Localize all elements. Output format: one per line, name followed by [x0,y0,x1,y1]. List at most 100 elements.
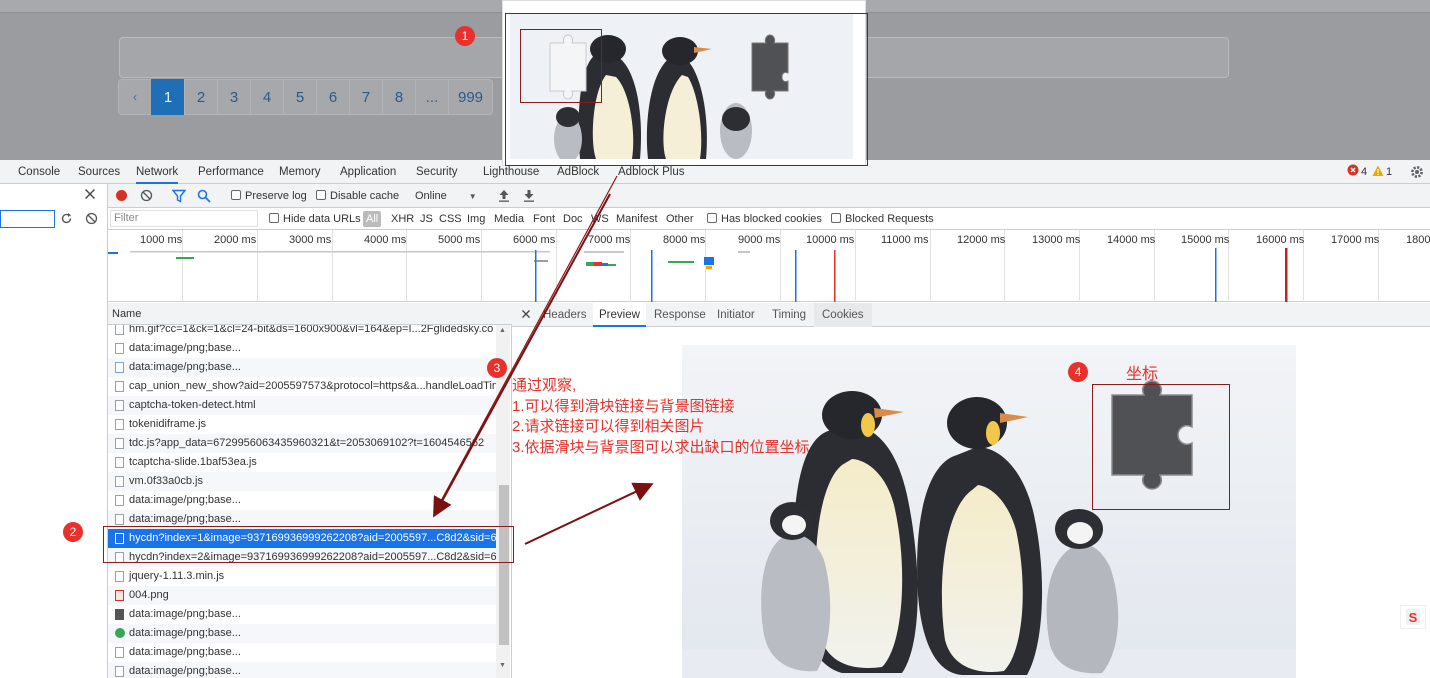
tab-cookies[interactable]: Cookies [814,303,872,327]
gear-icon[interactable] [1410,165,1424,179]
request-rows: hm.gif?cc=1&ck=1&cl=24-bit&ds=1600x900&v… [108,325,496,678]
svg-text:S: S [1409,610,1418,625]
record-icon[interactable] [115,189,129,203]
throttle-select[interactable]: Online ▼ [415,185,477,207]
request-row[interactable]: cap_union_new_show?aid=2005597573&protoc… [108,377,496,396]
hide-data-urls-label: Hide data URLs [283,213,361,225]
close-icon[interactable] [84,188,98,202]
hide-data-urls-checkbox[interactable]: Hide data URLs [269,208,361,230]
pagination-page[interactable]: 2 [184,79,218,115]
error-icon[interactable] [1347,164,1361,178]
tab-response[interactable]: Response [654,303,706,327]
tab-network[interactable]: Network [136,160,179,184]
request-row[interactable]: data:image/png;base... [108,605,496,624]
request-name: captcha-token-detect.html [129,399,256,411]
pagination-page[interactable]: 6 [316,79,350,115]
tab-headers[interactable]: Headers [543,303,586,327]
side-search-input[interactable] [0,210,55,228]
clear-icon[interactable] [140,189,154,203]
type-filter-css[interactable]: CSS [439,208,462,230]
request-row[interactable]: captcha-token-detect.html [108,396,496,415]
preserve-log-checkbox[interactable]: Preserve log [231,185,307,207]
request-name: vm.0f33a0cb.js [129,475,203,487]
scrollbar-thumb[interactable] [499,485,509,645]
filter-input[interactable]: Filter [110,210,258,227]
filter-bar: Filter Hide data URLs All XHR JS CSS Img… [108,208,1430,230]
request-highlight-box [103,526,514,563]
has-blocked-cookies-checkbox[interactable]: Has blocked cookies [707,208,822,230]
request-row[interactable]: tokenidiframe.js [108,415,496,434]
pagination-page[interactable]: 8 [382,79,416,115]
type-filter-img[interactable]: Img [467,208,485,230]
blocked-requests-label: Blocked Requests [845,213,934,225]
name-column-header[interactable]: Name [108,303,512,325]
type-filter-ws[interactable]: WS [591,208,609,230]
request-row[interactable]: vm.0f33a0cb.js [108,472,496,491]
request-row[interactable]: tcaptcha-slide.1baf53ea.js [108,453,496,472]
tab-security[interactable]: Security [416,160,458,184]
slider-highlight-box [520,29,602,103]
request-row[interactable]: data:image/png;base... [108,358,496,377]
timeline-overview[interactable]: 1000 ms 2000 ms 3000 ms 4000 ms 5000 ms … [108,230,1430,302]
type-filter-all[interactable]: All [363,211,382,227]
request-row[interactable]: data:image/png;base... [108,643,496,662]
csdn-logo-icon: S [1400,605,1426,629]
request-name: data:image/png;base... [129,627,241,639]
timeline-waterfall [108,248,1288,302]
pagination-page[interactable]: 1 [151,79,185,115]
tab-memory[interactable]: Memory [279,160,321,184]
tab-initiator[interactable]: Initiator [717,303,755,327]
pagination-page[interactable]: 3 [217,79,251,115]
type-filter-js[interactable]: JS [420,208,433,230]
request-row[interactable]: data:image/png;base... [108,339,496,358]
type-filter-font[interactable]: Font [533,208,555,230]
type-filter-xhr[interactable]: XHR [391,208,414,230]
scroll-up-icon[interactable]: ▲ [499,327,506,334]
type-filter-doc[interactable]: Doc [563,208,583,230]
tab-preview[interactable]: Preview [593,303,646,327]
pagination-page[interactable]: 4 [250,79,284,115]
annotation-line: 通过观察, [512,377,577,394]
preserve-log-label: Preserve log [245,190,307,202]
upload-icon[interactable] [498,189,512,203]
tab-application[interactable]: Application [340,160,396,184]
type-filter-other[interactable]: Other [666,208,694,230]
marker-2: 2 [63,522,83,542]
throttle-value: Online [415,190,447,202]
request-row[interactable]: hm.gif?cc=1&ck=1&cl=24-bit&ds=1600x900&v… [108,325,496,339]
annotation-text: 通过观察, 1.可以得到滑块链接与背景图链接 2.请求链接可以得到相关图片 3.… [512,376,810,458]
download-icon[interactable] [523,189,537,203]
warning-icon[interactable] [1372,165,1384,177]
search-icon[interactable] [197,189,211,203]
marker-3: 3 [487,358,507,378]
refresh-icon[interactable] [60,212,74,226]
pagination: ‹ 1 2 3 4 5 6 7 8 ... 999 [118,79,494,115]
pagination-page[interactable]: 999 [448,79,494,115]
pagination-page[interactable]: 5 [283,79,317,115]
close-detail-icon[interactable] [521,308,533,320]
request-row[interactable]: data:image/png;base... [108,662,496,678]
disable-cache-checkbox[interactable]: Disable cache [316,185,399,207]
request-row[interactable]: jquery-1.11.3.min.js [108,567,496,586]
scroll-down-icon[interactable]: ▼ [499,662,506,669]
block-icon[interactable] [85,212,99,226]
blocked-requests-checkbox[interactable]: Blocked Requests [831,208,934,230]
request-row[interactable]: tdc.js?app_data=6729956063435960321&t=20… [108,434,496,453]
chevron-down-icon: ▼ [468,192,477,201]
type-filter-manifest[interactable]: Manifest [616,208,658,230]
request-name: cap_union_new_show?aid=2005597573&protoc… [129,380,496,392]
pagination-page[interactable]: 7 [349,79,383,115]
tab-performance[interactable]: Performance [198,160,264,184]
request-row[interactable]: 004.png [108,586,496,605]
tab-console[interactable]: Console [18,160,60,184]
request-name: data:image/png;base... [129,494,241,506]
type-filter-media[interactable]: Media [494,208,524,230]
request-row[interactable]: data:image/png;base... [108,624,496,643]
request-row[interactable]: data:image/png;base... [108,491,496,510]
request-name: hm.gif?cc=1&ck=1&cl=24-bit&ds=1600x900&v… [129,325,494,335]
pagination-prev[interactable]: ‹ [118,79,152,115]
tab-timing[interactable]: Timing [772,303,806,327]
marker-4: 4 [1068,362,1088,382]
tab-sources[interactable]: Sources [78,160,120,184]
filter-icon[interactable] [171,189,187,203]
